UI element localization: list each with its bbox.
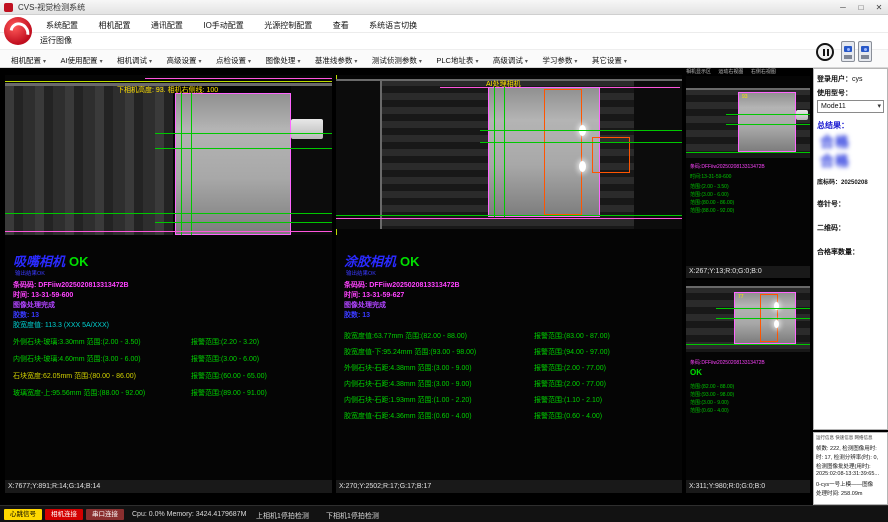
maximize-button[interactable]: □ bbox=[852, 0, 870, 15]
cam-mid-coordinate-bar: X:270;Y:2502;R:17;G:17;B:17 bbox=[336, 480, 682, 493]
cam-rb-coordinate-bar: X:311;Y:980;R:0;G:0;B:0 bbox=[686, 480, 810, 493]
measure-row: 胶宽度值-石距:4.36mm 范围:(0.60 - 4.00) 报警范围:(0.… bbox=[344, 411, 680, 421]
cam-left-process: 图像处理完成 bbox=[13, 300, 55, 310]
camera-toggle-button-2[interactable] bbox=[858, 41, 872, 62]
lower-camera-status: 下相机1停拍检测 bbox=[326, 511, 379, 521]
info-panel: 登录用户：cys 使用型号： Mode11 总结果： 合格 合格 底标码：202… bbox=[813, 68, 888, 430]
main-area: 下相机高度: 93. 相机右侧线: 100 吸嘴相机OK 输出结果OK 条码码:… bbox=[0, 68, 888, 505]
model-select[interactable]: Mode11 bbox=[817, 100, 884, 113]
right-column-header: 相机显示区 运动右视图 右侧右视图 bbox=[686, 68, 812, 75]
model-label: 使用型号： bbox=[817, 88, 852, 98]
measure-row: 外侧石块-玻璃:3.30mm 范围:(2.00 - 3.50) 报警范围:(2.… bbox=[13, 337, 330, 347]
pass-rate-label: 合格率数量： bbox=[817, 247, 859, 257]
serial-connection-badge: 串口连接 bbox=[86, 509, 124, 520]
measure-row: 玻璃宽度-上:95.56mm 范围:(88.00 - 92.00) 报警范围:(… bbox=[13, 388, 330, 398]
cam-rt-label: 93 bbox=[742, 94, 748, 100]
camera-view-middle[interactable]: AI处理相机 涂胶相机OK 输出结果OK 条码码: DFFiiw20250208… bbox=[336, 75, 682, 480]
cam-mid-sub: 输出结果OK bbox=[346, 269, 376, 277]
camera-toggle-button-1[interactable] bbox=[841, 41, 855, 62]
nozzle-shape bbox=[796, 110, 808, 120]
cam-left-sub: 输出结果OK bbox=[15, 269, 45, 277]
camera-icon bbox=[844, 46, 852, 52]
header-label-2: 运动右视图 bbox=[718, 69, 743, 75]
camera-view-right-top[interactable]: 93 条码:DFFiiw2025020813313472B 时间:13-31-5… bbox=[686, 76, 810, 266]
measure-row: 胶宽度值:63.77mm 范围:(82.00 - 88.00) 报警范围:(83… bbox=[344, 331, 680, 341]
minimize-button[interactable]: ─ bbox=[834, 0, 852, 15]
cam-left-extra: 胶宽度值: 113.3 (XXX 5A/XXX) bbox=[13, 320, 109, 330]
cam-mid-top-label: AI处理相机 bbox=[486, 79, 521, 89]
result-value-blurred: 合格 bbox=[820, 151, 850, 171]
cam-mid-time: 时间: 13-31-59-627 bbox=[344, 290, 404, 300]
brand-logo-icon bbox=[4, 17, 32, 45]
close-button[interactable]: ✕ bbox=[870, 0, 888, 15]
app-icon bbox=[4, 3, 13, 12]
measure-row: 内侧石块-石距:4.38mm 范围:(3.00 - 9.00) 报警范围:(2.… bbox=[344, 379, 680, 389]
cam-rt-coordinate-bar: X:267;Y:13;R:0;G:0;B:0 bbox=[686, 266, 810, 278]
camera-view-right-bottom[interactable]: 77 条码:DFFiiw2025020813313472B OK 范围:(82.… bbox=[686, 280, 810, 480]
cam-left-coordinate-bar: X:7677;Y:891;R:14;G:14;B:14 bbox=[5, 480, 332, 493]
measure-row: 石块宽度:62.05mm 范围:(80.00 - 86.00) 报警范围:(60… bbox=[13, 371, 330, 381]
camera-view-left[interactable]: 下相机高度: 93. 相机右侧线: 100 吸嘴相机OK 输出结果OK 条码码:… bbox=[5, 75, 332, 480]
stats-tabs[interactable]: 运行信息 快速信息 网络信息 bbox=[816, 435, 873, 441]
login-user-row: 登录用户：cys bbox=[817, 74, 863, 84]
cam-mid-title: 涂胶相机OK bbox=[344, 251, 420, 270]
nozzle-shape bbox=[291, 119, 323, 139]
total-result-label: 总结果： bbox=[817, 120, 849, 131]
model-value: Mode11 bbox=[821, 103, 846, 110]
cam-left-ok-status: OK bbox=[69, 254, 89, 269]
login-user-value: cys bbox=[852, 76, 863, 83]
cam-left-barcode: 条码码: DFFiiw2025020813313472B bbox=[13, 280, 129, 290]
cam-left-count: 胶数: 13 bbox=[13, 310, 39, 320]
cam-rb-label: 77 bbox=[738, 294, 744, 300]
header-label-3: 右侧右视图 bbox=[751, 69, 776, 75]
cam-mid-ok-status: OK bbox=[400, 254, 420, 269]
pause-icon bbox=[823, 49, 826, 56]
qr-code-label: 二维码： bbox=[817, 223, 845, 233]
result-value-blurred: 合格 bbox=[820, 132, 850, 152]
camera-connection-badge: 相机连接 bbox=[45, 509, 83, 520]
cam-mid-barcode: 条码码: DFFiiw2025020813313472B bbox=[344, 280, 460, 290]
status-bar: 心跳信号 相机连接 串口连接 Cpu: 0.0% Memory: 3424.41… bbox=[0, 505, 888, 522]
pause-button[interactable] bbox=[816, 43, 834, 61]
upper-camera-status: 上相机1停拍检测 bbox=[256, 511, 309, 521]
title-bar: CVS-视觉检测系统 ─ □ ✕ bbox=[0, 0, 888, 15]
cam-left-top-label: 下相机高度: 93. 相机右侧线: 100 bbox=[117, 85, 218, 95]
stats-panel: 运行信息 快速信息 网络信息 帧数: 222, 检测图像用时: 时: 17, 检… bbox=[813, 432, 888, 505]
window-title: CVS-视觉检测系统 bbox=[18, 3, 85, 12]
measure-row: 内侧石块-石距:1.93mm 范围:(1.00 - 2.20) 报警范围:(1.… bbox=[344, 395, 680, 405]
base-code-line: 底标码：20250208 bbox=[817, 177, 868, 186]
roi-box bbox=[544, 89, 582, 215]
measure-row: 内侧石块-玻璃:4.60mm 范围:(3.00 - 6.00) 报警范围:(3.… bbox=[13, 354, 330, 364]
cpu-memory-status: Cpu: 0.0% Memory: 3424.4179687M bbox=[132, 511, 246, 518]
camera-icon bbox=[861, 46, 869, 52]
measure-row: 外侧石块-石距:4.38mm 范围:(3.00 - 9.00) 报警范围:(2.… bbox=[344, 363, 680, 373]
run-image-row: 运行图像 bbox=[0, 33, 888, 49]
cam-left-title: 吸嘴相机OK bbox=[13, 251, 89, 270]
app-window: CVS-视觉检测系统 ─ □ ✕ 系统配置 相机配置 通讯配置 IO手动配置 光… bbox=[0, 0, 888, 522]
header-label-1: 相机显示区 bbox=[686, 69, 711, 75]
menu-bar: 系统配置 相机配置 通讯配置 IO手动配置 光源控制配置 查看 系统语言切换 bbox=[0, 15, 888, 33]
heartbeat-badge: 心跳信号 bbox=[4, 509, 42, 520]
cam-mid-process: 图像处理完成 bbox=[344, 300, 386, 310]
toolbar: 相机配置 AI使用配置 相机调试 高级设置 点检设置 图像处理 基准线参数 测试… bbox=[0, 49, 888, 68]
roll-needle-label: 卷针号： bbox=[817, 199, 845, 209]
cam-rb-ok-status: OK bbox=[690, 368, 702, 377]
measure-row: 胶宽度值-下:95.24mm 范围:(93.00 - 98.00) 报警范围:(… bbox=[344, 347, 680, 357]
inspected-part bbox=[738, 92, 796, 152]
cam-mid-count: 胶数: 13 bbox=[344, 310, 370, 320]
cam-left-time: 时间: 13-31-59-600 bbox=[13, 290, 73, 300]
run-image-label: 运行图像 bbox=[40, 36, 72, 45]
